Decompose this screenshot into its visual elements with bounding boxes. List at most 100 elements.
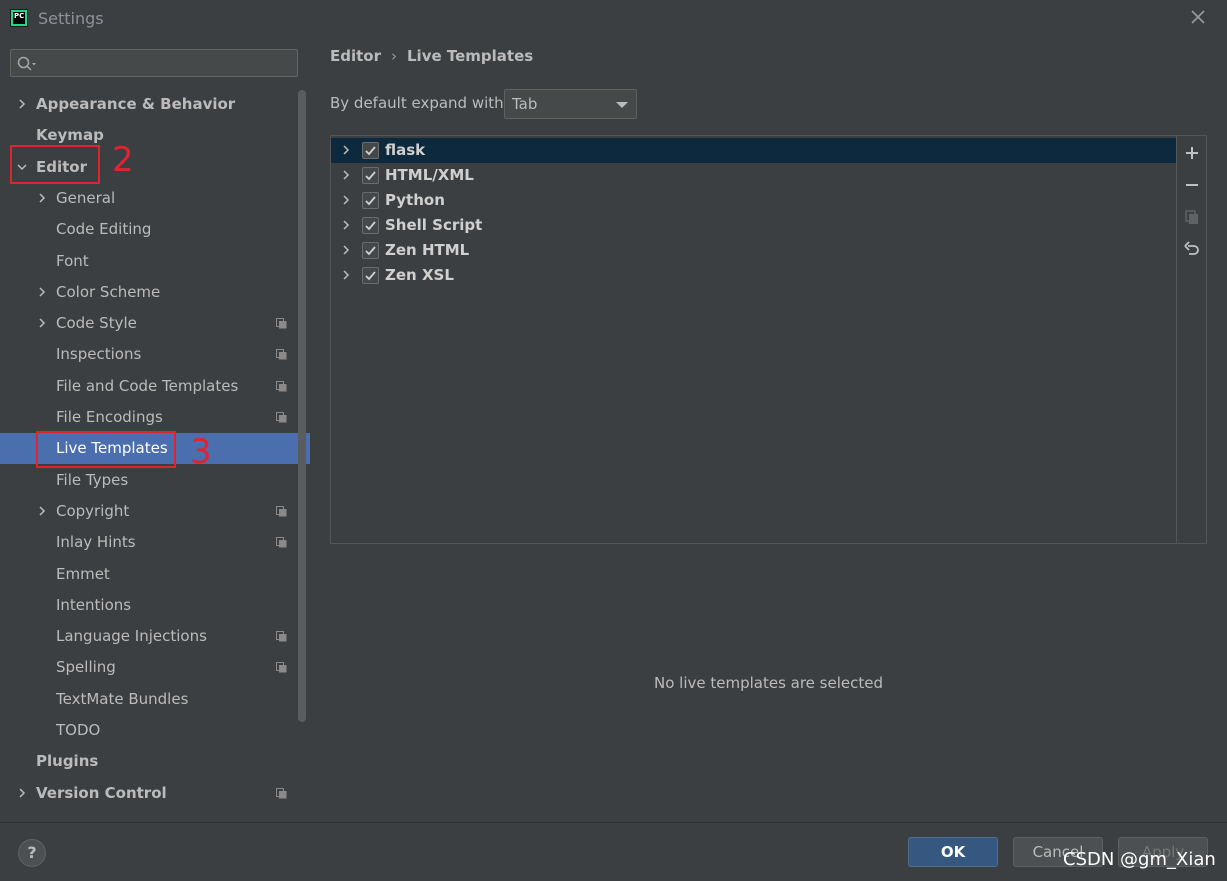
sidebar-item-label: Code Editing: [56, 220, 152, 239]
sidebar-item-spelling[interactable]: Spelling: [0, 652, 296, 683]
breadcrumb-separator: ›: [391, 47, 397, 65]
sidebar-item-label: TextMate Bundles: [56, 689, 189, 708]
annotation-box-live-templates: [36, 431, 176, 468]
chevron-right-icon[interactable]: [341, 170, 351, 180]
chevron-right-icon[interactable]: [341, 145, 351, 155]
watermark: CSDN @gm_Xian: [1063, 849, 1216, 870]
sidebar-item-label: Plugins: [36, 752, 99, 771]
sidebar-item-label: General: [56, 188, 116, 207]
group-checkbox[interactable]: [362, 267, 379, 284]
expand-with-label: By default expand with: [330, 94, 504, 112]
group-checkbox[interactable]: [362, 217, 379, 234]
chevron-right-icon[interactable]: [37, 193, 47, 203]
sidebar-item-general[interactable]: General: [0, 183, 296, 214]
sidebar-item-label: Intentions: [56, 595, 132, 614]
sidebar-item-label: Copyright: [56, 501, 130, 520]
sidebar-item-textmate-bundles[interactable]: TextMate Bundles: [0, 684, 296, 715]
chevron-right-icon[interactable]: [341, 220, 351, 230]
template-group-name: Zen XSL: [385, 266, 454, 284]
sidebar-item-font[interactable]: Font: [0, 246, 296, 277]
sidebar-item-appearance-behavior[interactable]: Appearance & Behavior: [0, 89, 296, 120]
chevron-right-icon[interactable]: [17, 788, 27, 798]
sidebar-item-label: Color Scheme: [56, 282, 161, 301]
sidebar-item-label: Inspections: [56, 345, 142, 364]
template-group-name: Zen HTML: [385, 241, 470, 259]
window-title: Settings: [38, 9, 104, 28]
sidebar-item-file-encodings[interactable]: File Encodings: [0, 402, 296, 433]
template-group-row[interactable]: Zen HTML: [331, 238, 1176, 263]
help-button[interactable]: ?: [18, 839, 46, 867]
project-level-icon: [276, 787, 287, 799]
sidebar-item-file-and-code-templates[interactable]: File and Code Templates: [0, 371, 296, 402]
sidebar-item-todo[interactable]: TODO: [0, 715, 296, 746]
sidebar-item-label: Inlay Hints: [56, 533, 136, 552]
project-level-icon: [276, 631, 287, 642]
template-group-row[interactable]: Python: [331, 188, 1176, 213]
breadcrumb-item[interactable]: Editor: [330, 47, 381, 65]
chevron-right-icon[interactable]: [341, 195, 351, 205]
group-checkbox[interactable]: [362, 142, 379, 159]
template-group-row[interactable]: HTML/XML: [331, 163, 1176, 188]
breadcrumb-item: Live Templates: [407, 47, 534, 65]
expand-with-select[interactable]: Tab: [504, 89, 637, 119]
plus-icon[interactable]: [1183, 144, 1201, 162]
checkmark-icon: [365, 171, 376, 181]
templates-toolbar: [1176, 136, 1206, 543]
template-group-name: HTML/XML: [385, 166, 474, 184]
project-level-icon: [276, 537, 287, 548]
sidebar-item-label: Emmet: [56, 564, 110, 583]
sidebar-item-emmet[interactable]: Emmet: [0, 559, 296, 590]
template-group-name: Python: [385, 191, 445, 209]
chevron-right-icon[interactable]: [341, 270, 351, 280]
sidebar-item-label: Appearance & Behavior: [36, 95, 236, 113]
group-checkbox[interactable]: [362, 167, 379, 184]
sidebar-item-color-scheme[interactable]: Color Scheme: [0, 277, 296, 308]
copy-icon: [1185, 210, 1198, 224]
sidebar-item-copyright[interactable]: Copyright: [0, 496, 296, 527]
title-bar: PC Settings: [0, 0, 1227, 38]
template-groups-list: flask HTML/XML Python Shell Script Zen HTML Z…: [331, 136, 1176, 543]
dialog-footer: ? OK Cancel Apply CSDN @gm_Xian: [0, 822, 1227, 881]
template-group-row[interactable]: flask: [331, 138, 1176, 163]
dropdown-arrow-icon: [616, 102, 628, 108]
pycharm-logo-icon: PC: [10, 9, 28, 27]
chevron-right-icon[interactable]: [37, 506, 47, 516]
sidebar-item-file-types[interactable]: File Types: [0, 465, 296, 496]
sidebar-item-label: Code Style: [56, 314, 137, 333]
template-group-row[interactable]: Zen XSL: [331, 263, 1176, 288]
group-checkbox[interactable]: [362, 242, 379, 259]
sidebar-item-code-editing[interactable]: Code Editing: [0, 214, 296, 245]
sidebar-item-label: Spelling: [56, 658, 116, 677]
sidebar-item-inlay-hints[interactable]: Inlay Hints: [0, 527, 296, 558]
close-icon[interactable]: [1189, 8, 1207, 26]
chevron-right-icon[interactable]: [37, 287, 47, 297]
annotation-number: 2: [112, 140, 134, 180]
chevron-right-icon[interactable]: [341, 245, 351, 255]
breadcrumb: Editor › Live Templates: [330, 47, 533, 65]
sidebar-item-version-control[interactable]: Version Control: [0, 778, 296, 809]
checkmark-icon: [365, 271, 376, 281]
sidebar-item-label: File Types: [56, 470, 129, 489]
sidebar-item-code-style[interactable]: Code Style: [0, 308, 296, 339]
sidebar-item-label: Font: [56, 251, 89, 270]
project-level-icon: [276, 505, 287, 517]
annotation-number: 3: [190, 432, 212, 472]
project-level-icon: [276, 662, 287, 673]
search-icon: [17, 56, 36, 71]
chevron-right-icon[interactable]: [37, 318, 47, 328]
chevron-right-icon[interactable]: [17, 99, 27, 109]
template-group-row[interactable]: Shell Script: [331, 213, 1176, 238]
search-input[interactable]: [10, 49, 298, 77]
minus-icon[interactable]: [1183, 176, 1201, 194]
undo-icon[interactable]: [1183, 240, 1201, 258]
sidebar-item-intentions[interactable]: Intentions: [0, 590, 296, 621]
template-group-name: Shell Script: [385, 216, 483, 234]
sidebar-item-language-injections[interactable]: Language Injections: [0, 621, 296, 652]
sidebar-item-label: Language Injections: [56, 627, 207, 646]
group-checkbox[interactable]: [362, 192, 379, 209]
ok-button[interactable]: OK: [908, 837, 998, 867]
sidebar-scrollbar[interactable]: [298, 90, 306, 722]
empty-selection-message: No live templates are selected: [653, 674, 883, 692]
sidebar-item-plugins[interactable]: Plugins: [0, 746, 296, 777]
sidebar-item-inspections[interactable]: Inspections: [0, 339, 296, 370]
